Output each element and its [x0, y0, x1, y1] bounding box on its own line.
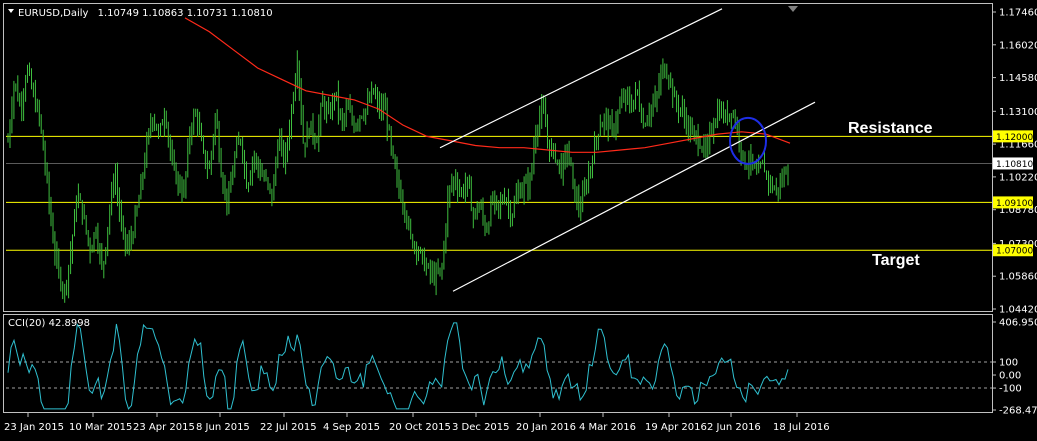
price-axis: 1.174601.160201.145801.131001.116601.102… [992, 8, 1037, 316]
time-axis: 23 Jan 2015 10 Mar 2015 23 Apr 2015 8 Jun 2… [4, 412, 830, 433]
level-tag-label: 1.12000 [996, 133, 1033, 143]
time-tick-label: 3 Dec 2015 [452, 422, 510, 433]
time-tick-label: 19 Apr 2016 [645, 422, 707, 433]
chart-canvas: 1.174601.160201.145801.131001.116601.102… [3, 3, 1037, 433]
cci-header: CCI(20) 42.8998 [8, 318, 90, 329]
chart-header: EURUSD,Daily 1.10749 1.10863 1.10731 1.1… [18, 8, 273, 19]
cci-tick-label: -100 [999, 384, 1022, 395]
price-tick-label: 1.10220 [999, 172, 1037, 183]
time-tick-label: 10 Mar 2015 [69, 422, 132, 433]
price-tick-label: 1.04420 [999, 305, 1037, 316]
time-tick-label: 4 Sep 2015 [323, 422, 380, 433]
target-label: Target [872, 252, 920, 269]
price-tick-label: 1.16020 [999, 40, 1037, 51]
cci-tick-label: 0.00 [999, 371, 1021, 382]
time-tick-label: 20 Jan 2016 [516, 422, 576, 433]
cci-tick-label: 406.9509 [999, 318, 1037, 329]
level-tag-label: 1.09100 [996, 199, 1033, 209]
time-tick-label: 2 Jun 2016 [707, 422, 761, 433]
time-tick-label: 22 Jul 2015 [260, 422, 317, 433]
time-tick-label: 20 Oct 2015 [389, 422, 451, 433]
time-tick-label: 23 Apr 2015 [133, 422, 195, 433]
ohlc-label: 1.10749 1.10863 1.10731 1.10810 [98, 8, 273, 19]
cci-axis: 406.9509 100 0.00 -100 -268.4785 [992, 318, 1037, 417]
symbol-label: EURUSD,Daily [18, 8, 89, 19]
price-tick-label: 1.05860 [999, 272, 1037, 283]
cci-tick-label: -268.4785 [999, 406, 1037, 417]
current-price-label: 1.10810 [996, 160, 1033, 170]
level-tag-label: 1.07000 [996, 247, 1033, 257]
time-tick-label: 4 Mar 2016 [579, 422, 636, 433]
cci-tick-label: 100 [999, 358, 1018, 369]
price-tick-label: 1.13100 [999, 107, 1037, 118]
time-tick-label: 18 Jul 2016 [773, 422, 830, 433]
time-tick-label: 8 Jun 2015 [196, 422, 250, 433]
price-tick-label: 1.14580 [999, 73, 1037, 84]
main-panel-border [3, 3, 993, 312]
time-tick-label: 23 Jan 2015 [4, 422, 64, 433]
price-tick-label: 1.17460 [999, 8, 1037, 19]
resistance-label: Resistance [848, 120, 933, 137]
